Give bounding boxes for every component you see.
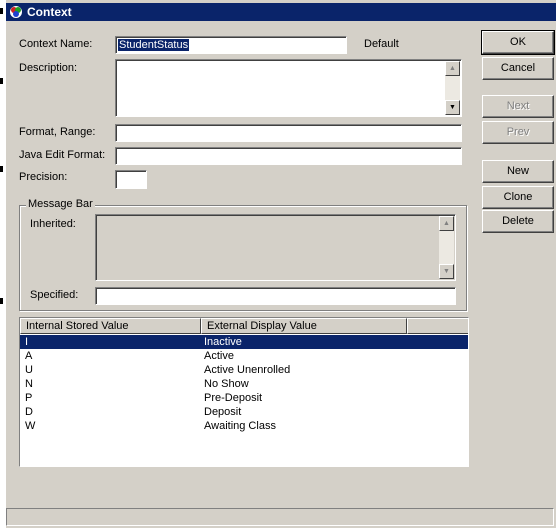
edge-mark <box>0 166 3 172</box>
next-button[interactable]: Next <box>482 95 554 118</box>
table-row[interactable]: D Deposit <box>20 405 468 419</box>
table-row[interactable]: P Pre-Deposit <box>20 391 468 405</box>
internal-value-cell: A <box>25 350 33 362</box>
description-field[interactable]: ▲ ▼ <box>115 59 462 117</box>
dialog-body: Context Name: StudentStatus Default Desc… <box>6 21 556 528</box>
ok-button[interactable]: OK <box>481 30 555 55</box>
format-range-field[interactable] <box>115 124 462 142</box>
external-value-cell: No Show <box>204 378 249 390</box>
scroll-down-arrow-icon[interactable]: ▼ <box>439 264 454 279</box>
internal-value-cell: P <box>25 392 33 404</box>
inherited-field: ▲ ▼ <box>95 214 456 281</box>
edge-mark <box>0 298 3 304</box>
table-row[interactable]: W Awaiting Class <box>20 419 468 433</box>
internal-value-cell: I <box>25 336 29 348</box>
external-value-cell: Deposit <box>204 406 242 418</box>
context-name-field[interactable]: StudentStatus <box>115 36 347 54</box>
context-name-label: Context Name: <box>19 38 93 50</box>
column-header-external[interactable]: External Display Value <box>201 318 407 334</box>
table-row[interactable]: U Active Unenrolled <box>20 363 468 377</box>
java-edit-format-field[interactable] <box>115 147 462 165</box>
edge-mark <box>0 8 3 14</box>
table-row[interactable]: N No Show <box>20 377 468 391</box>
window-title: Context <box>27 5 72 19</box>
description-scrollbar[interactable]: ▲ ▼ <box>445 61 460 115</box>
internal-value-cell: W <box>25 420 36 432</box>
format-range-label: Format, Range: <box>19 126 96 138</box>
table-row[interactable]: I Inactive <box>20 335 468 349</box>
clone-button[interactable]: Clone <box>482 186 554 209</box>
external-value-cell: Active Unenrolled <box>204 364 291 376</box>
description-label: Description: <box>19 62 78 74</box>
inherited-label: Inherited: <box>30 218 76 230</box>
internal-value-cell: N <box>25 378 33 390</box>
context-name-value: StudentStatus <box>118 39 190 51</box>
cancel-button[interactable]: Cancel <box>482 57 554 80</box>
specified-label: Specified: <box>30 289 79 301</box>
scroll-up-arrow-icon[interactable]: ▲ <box>439 216 454 231</box>
table-row[interactable]: A Active <box>20 349 468 363</box>
external-value-cell: Pre-Deposit <box>204 392 263 404</box>
delete-button[interactable]: Delete <box>482 210 554 233</box>
prev-button[interactable]: Prev <box>482 121 554 144</box>
new-button[interactable]: New <box>482 160 554 183</box>
internal-value-cell: D <box>25 406 33 418</box>
scroll-up-arrow-icon[interactable]: ▲ <box>445 61 460 76</box>
edge-mark <box>0 78 3 84</box>
specified-field[interactable] <box>95 287 456 305</box>
column-header-empty[interactable] <box>407 318 468 334</box>
message-bar-title: Message Bar <box>26 198 95 210</box>
external-value-cell: Active <box>204 350 234 362</box>
precision-field[interactable] <box>115 170 147 189</box>
status-bar <box>6 508 554 526</box>
internal-value-cell: U <box>25 364 33 376</box>
external-value-cell: Awaiting Class <box>204 420 276 432</box>
app-icon <box>10 6 22 18</box>
precision-label: Precision: <box>19 171 68 183</box>
scroll-down-arrow-icon[interactable]: ▼ <box>445 100 460 115</box>
java-edit-format-label: Java Edit Format: <box>19 149 106 161</box>
inherited-scrollbar[interactable]: ▲ ▼ <box>439 216 454 279</box>
external-value-cell: Inactive <box>204 336 242 348</box>
default-label: Default <box>364 38 399 50</box>
values-table[interactable]: Internal Stored Value External Display V… <box>19 317 469 467</box>
column-header-internal[interactable]: Internal Stored Value <box>20 318 201 334</box>
title-bar[interactable]: Context <box>6 3 556 21</box>
